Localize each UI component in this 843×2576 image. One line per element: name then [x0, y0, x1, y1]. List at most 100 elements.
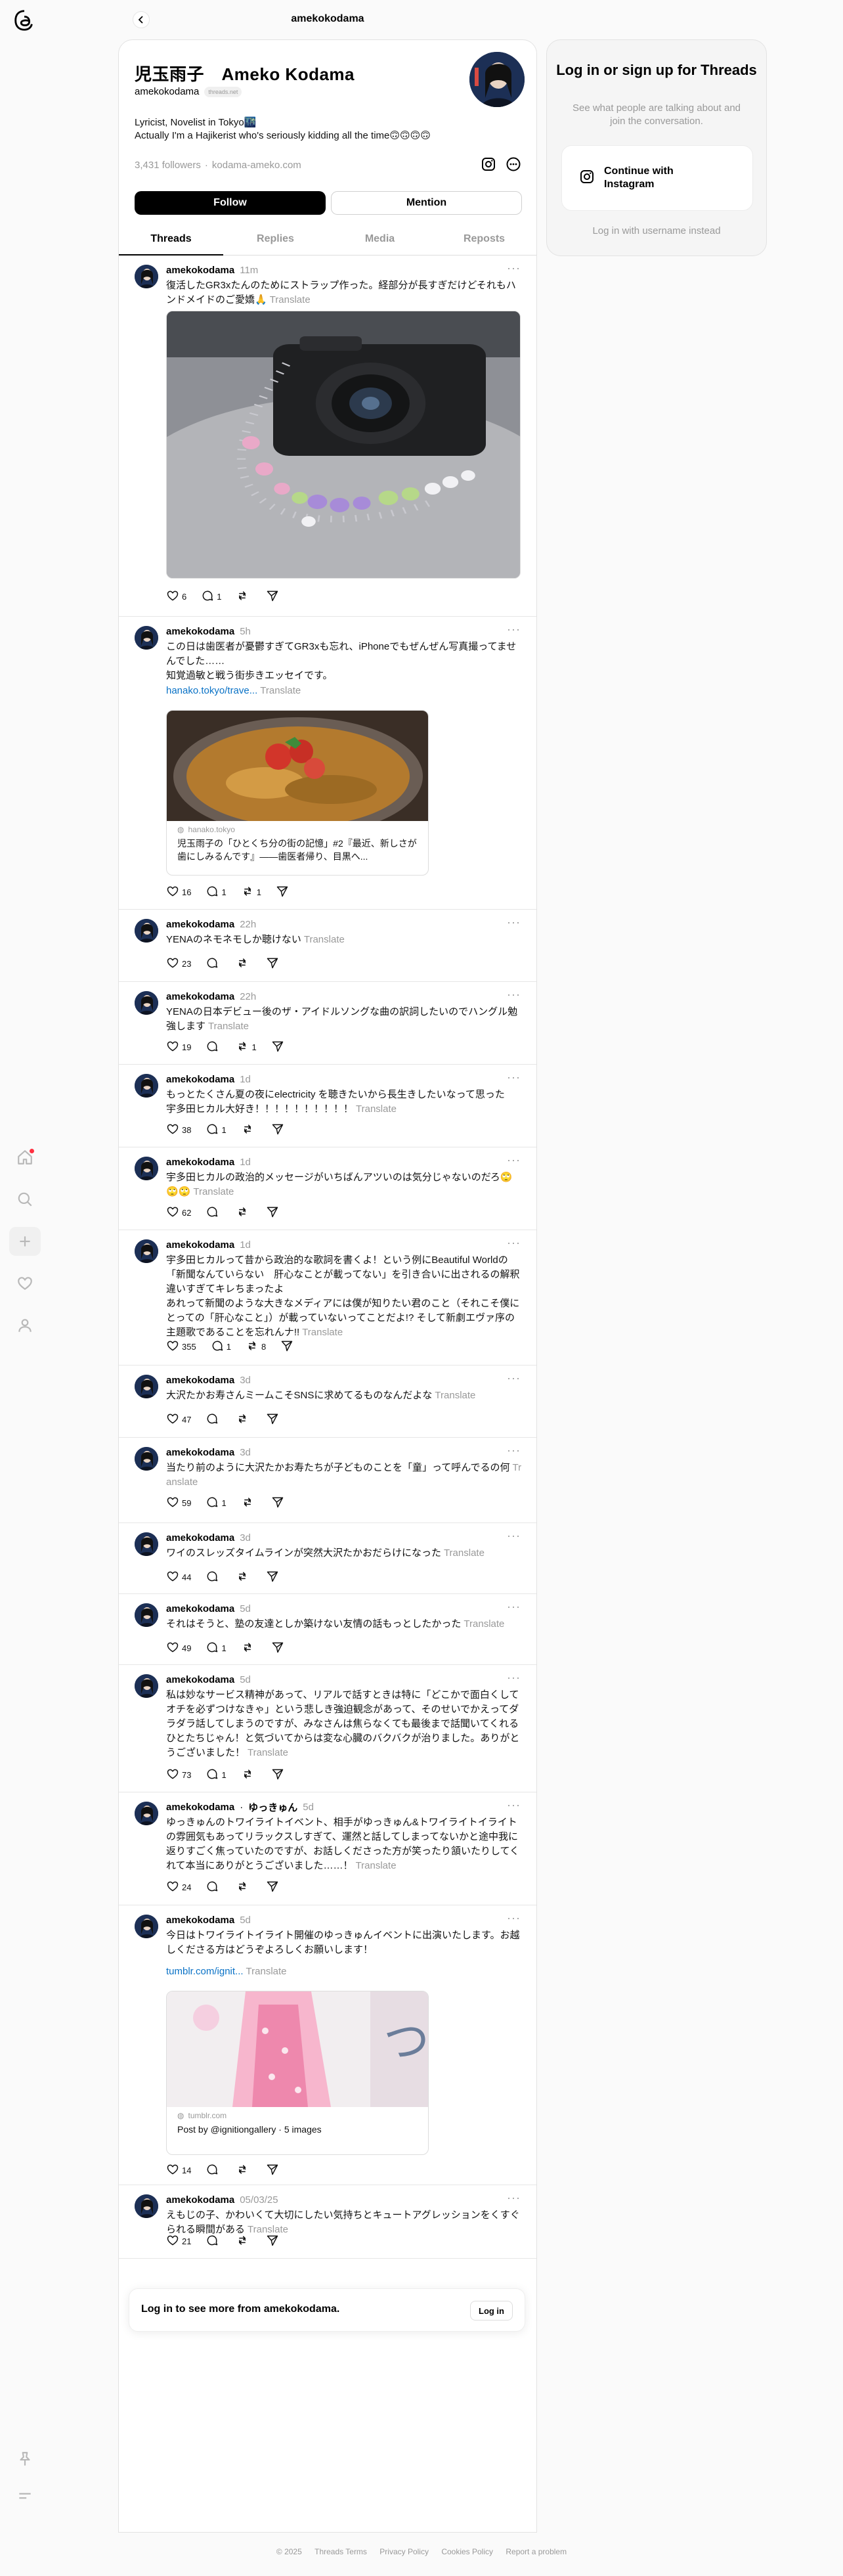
avatar[interactable] [135, 1074, 158, 1098]
avatar[interactable] [135, 2194, 158, 2218]
mention-button[interactable]: Mention [331, 191, 522, 215]
footer-report-link[interactable]: Report a problem [506, 2547, 567, 2556]
thread-post[interactable]: amekokodama 22h ··· YENAの日本デビュー後のザ・アイドルソングな… [119, 982, 536, 1065]
avatar[interactable] [135, 1532, 158, 1556]
like-button[interactable]: 19 [166, 1040, 191, 1055]
more-icon[interactable]: ··· [507, 1444, 521, 1456]
more-icon[interactable]: ··· [507, 1237, 521, 1249]
more-icon[interactable]: ··· [507, 916, 521, 928]
repost-button[interactable] [241, 1641, 257, 1656]
reply-button[interactable] [205, 2234, 221, 2249]
avatar[interactable] [135, 1375, 158, 1398]
thread-post[interactable]: amekokodama 3d ··· 大沢たかお寿さんミームこそSNSに求めてるものな… [119, 1366, 536, 1438]
like-button[interactable]: 355 [166, 1339, 196, 1354]
thread-post[interactable]: amekokodama 3d ··· ワイのスレッズタイムラインが突然大沢たかおだらけ… [119, 1523, 536, 1594]
footer-terms-link[interactable]: Threads Terms [314, 2547, 367, 2556]
post-username[interactable]: amekokodama [166, 1239, 234, 1251]
tab-threads[interactable]: Threads [119, 223, 223, 255]
repost-button[interactable] [241, 1496, 257, 1511]
translate-link[interactable]: Translate [302, 1327, 343, 1338]
more-icon[interactable]: ··· [507, 1799, 521, 1811]
repost-button[interactable]: 8 [246, 1339, 266, 1354]
more-icon[interactable]: ··· [507, 1601, 521, 1612]
search-icon[interactable] [13, 1188, 37, 1211]
post-username[interactable]: amekokodama [166, 1375, 234, 1386]
avatar[interactable] [135, 1674, 158, 1698]
continue-instagram-button[interactable]: Continue with Instagram [561, 145, 753, 211]
reply-button[interactable] [205, 1570, 221, 1585]
like-button[interactable]: 47 [166, 1412, 191, 1427]
reply-button[interactable] [205, 956, 221, 971]
avatar[interactable] [135, 1447, 158, 1471]
reply-button[interactable]: 1 [201, 589, 221, 604]
more-icon[interactable]: ··· [507, 262, 521, 274]
share-button[interactable] [280, 1339, 293, 1354]
thread-post[interactable]: amekokodama 5d ··· それはそうと、塾の友達としか築けない友情の話もっ… [119, 1594, 536, 1665]
translate-link[interactable]: Translate [444, 1547, 485, 1559]
translate-link[interactable]: Translate [208, 1021, 249, 1032]
share-button[interactable] [271, 1040, 284, 1055]
more-icon[interactable]: ··· [507, 2192, 521, 2204]
like-button[interactable]: 21 [166, 2234, 191, 2249]
avatar[interactable] [135, 265, 158, 288]
avatar[interactable] [135, 919, 158, 943]
post-username[interactable]: amekokodama [166, 1157, 234, 1168]
repost-button[interactable] [236, 1205, 251, 1220]
repost-button[interactable] [241, 1122, 257, 1138]
share-button[interactable] [271, 1122, 284, 1138]
thread-post[interactable]: amekokodama 22h ··· YENAのネモネモしか聴けない Translat… [119, 910, 536, 982]
thread-post[interactable]: amekokodama 05/03/25 ··· えもじの子、かわいくて大切にしたい気… [119, 2185, 536, 2259]
menu-icon[interactable] [13, 2484, 37, 2508]
repost-button[interactable] [241, 1767, 257, 1783]
repost-button[interactable] [236, 2234, 251, 2249]
footer-cookies-link[interactable]: Cookies Policy [441, 2547, 493, 2556]
more-icon[interactable]: ··· [507, 1530, 521, 1542]
post-username[interactable]: amekokodama [166, 991, 234, 1002]
post-username[interactable]: amekokodama [166, 919, 234, 930]
more-icon[interactable]: ··· [507, 1672, 521, 1683]
reply-button[interactable]: 1 [205, 1122, 227, 1138]
like-button[interactable]: 38 [166, 1122, 191, 1138]
share-button[interactable] [266, 956, 279, 971]
post-link[interactable]: tumblr.com/ignit... [166, 1966, 244, 1977]
share-button[interactable] [266, 1412, 279, 1427]
like-button[interactable]: 49 [166, 1641, 191, 1656]
reply-button[interactable] [205, 2163, 221, 2178]
plus-icon[interactable] [9, 1227, 41, 1256]
post-username[interactable]: amekokodama [166, 1802, 234, 1813]
reply-button[interactable] [205, 1412, 221, 1427]
thread-post[interactable]: amekokodama 1d ··· 宇多田ヒカルって昔から政治的な歌詞を書くよ！とい… [119, 1230, 536, 1366]
home-icon[interactable] [13, 1145, 37, 1169]
share-button[interactable] [266, 589, 279, 604]
instagram-icon[interactable] [480, 156, 497, 173]
share-button[interactable] [271, 1496, 284, 1511]
back-arrow-icon[interactable] [133, 11, 150, 28]
post-username[interactable]: amekokodama [166, 1532, 234, 1543]
avatar[interactable] [135, 1603, 158, 1627]
link-preview-card[interactable]: つ ◍ tumblr.com Post by @ignitiongallery · 5… [166, 1991, 429, 2155]
repost-button[interactable]: 1 [241, 885, 261, 900]
share-button[interactable] [266, 1205, 279, 1220]
avatar[interactable] [135, 626, 158, 650]
repost-button[interactable] [236, 1570, 251, 1585]
more-icon[interactable]: ··· [507, 623, 521, 635]
post-username[interactable]: amekokodama [166, 626, 234, 637]
reply-button[interactable]: 1 [211, 1339, 231, 1354]
like-button[interactable]: 14 [166, 2163, 191, 2178]
translate-link[interactable]: Translate [356, 1860, 397, 1871]
share-button[interactable] [271, 1767, 284, 1783]
repost-button[interactable] [236, 2163, 251, 2178]
more-icon[interactable]: ··· [507, 1912, 521, 1924]
translate-link[interactable]: Translate [193, 1186, 234, 1197]
reply-button[interactable] [205, 1040, 221, 1055]
thread-post[interactable]: amekokodama 5h ··· この日は歯医者が憂鬱すぎてGR3xも忘れ、iPh… [119, 617, 536, 910]
username-login-link[interactable]: Log in with username instead [547, 225, 766, 236]
thread-post[interactable]: amekokodama · ゆっきゅん 5d ··· ゆっきゅんのトワイライトイベント、相… [119, 1792, 536, 1905]
followers-count[interactable]: 3,431 followers [135, 160, 201, 171]
post-link[interactable]: hanako.tokyo/trave... [166, 685, 257, 696]
threads-badge[interactable]: threads.net [204, 86, 242, 97]
translate-link[interactable]: Translate [248, 1747, 288, 1758]
like-button[interactable]: 59 [166, 1496, 191, 1511]
thread-post[interactable]: amekokodama 1d ··· 宇多田ヒカルの政治的メッセージがいちばんアツいの… [119, 1147, 536, 1230]
footer-privacy-link[interactable]: Privacy Policy [379, 2547, 429, 2556]
